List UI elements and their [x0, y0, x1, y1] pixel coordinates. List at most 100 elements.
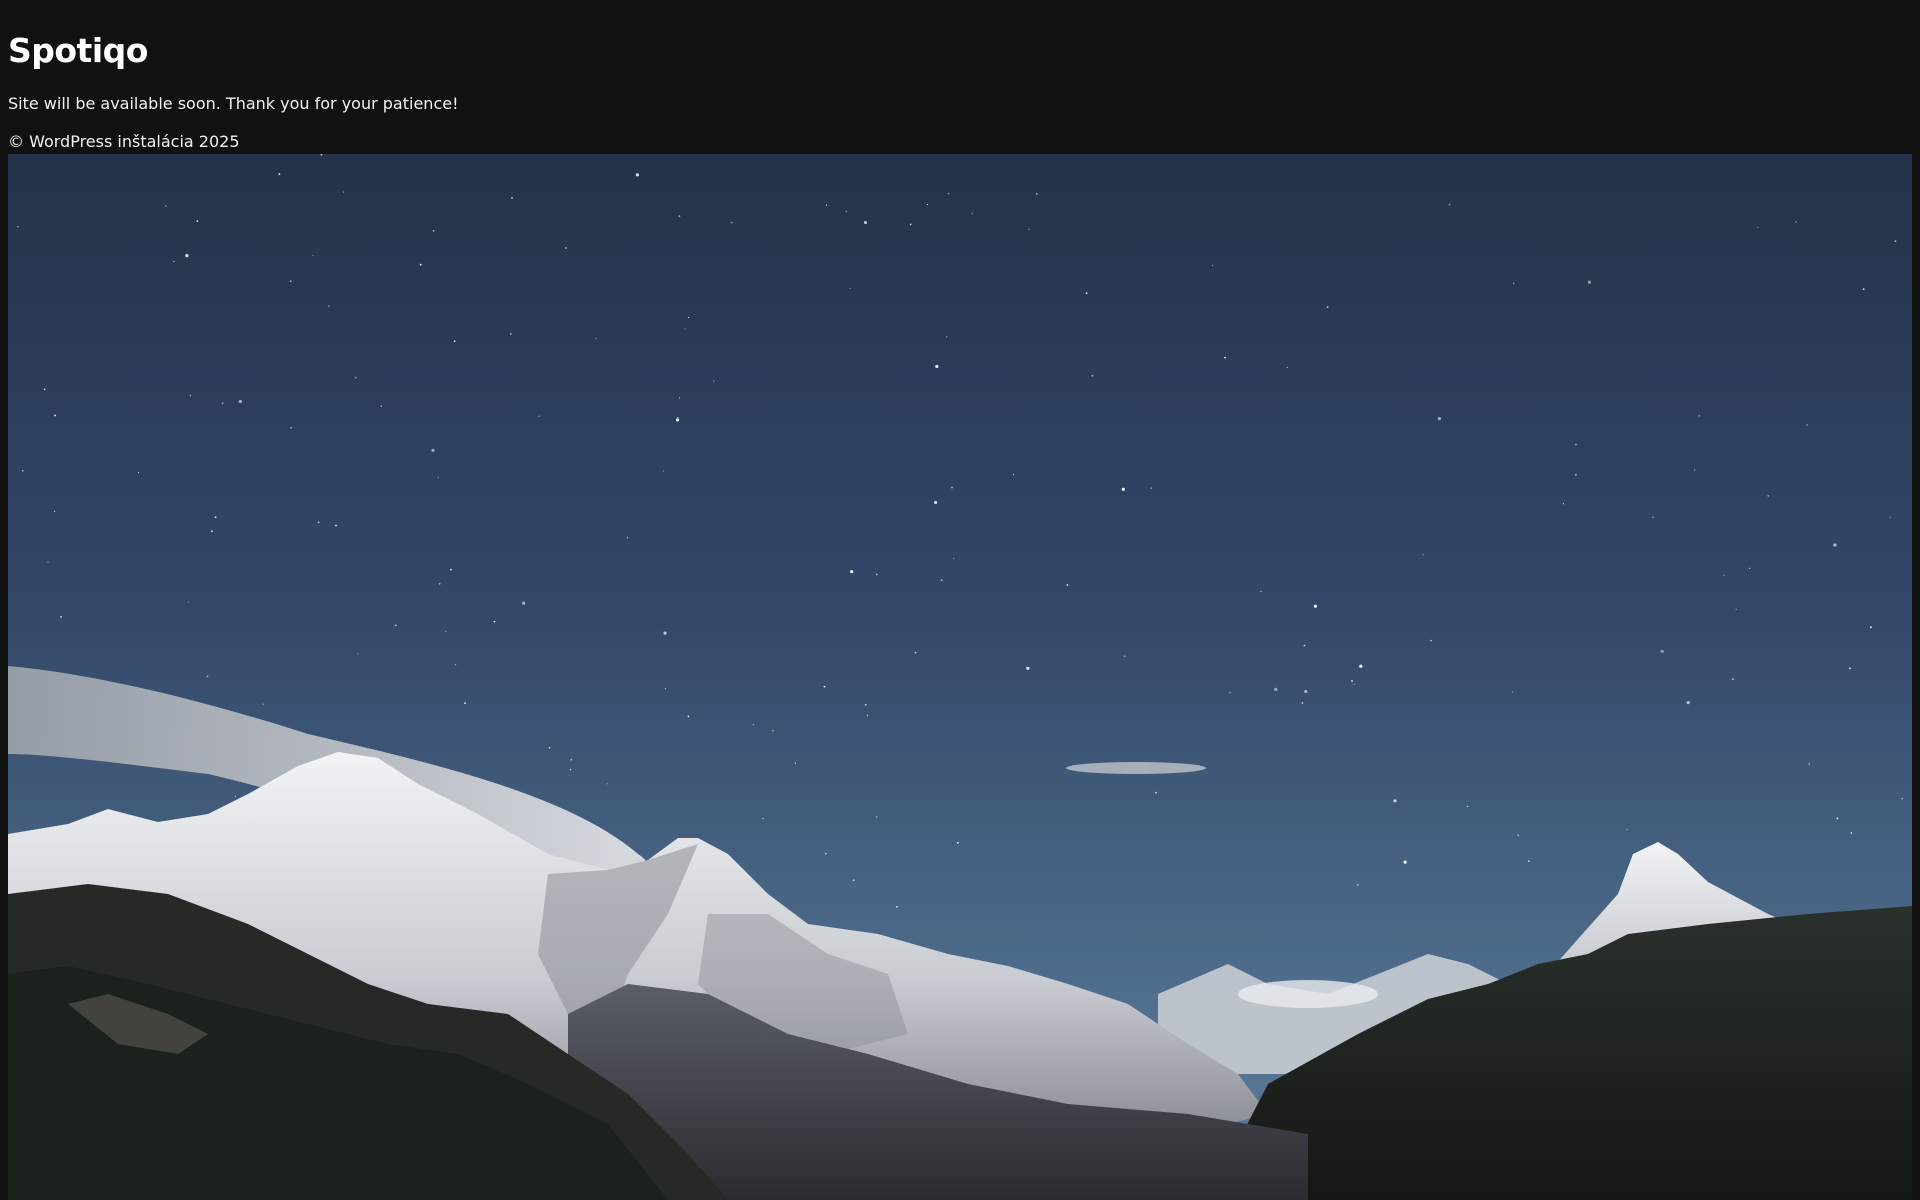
star	[1274, 687, 1278, 692]
star	[419, 263, 422, 266]
star	[1303, 644, 1306, 647]
star	[1286, 366, 1288, 368]
site-title: Spotiqo	[8, 31, 148, 70]
star	[678, 215, 681, 217]
star	[317, 521, 320, 524]
star	[509, 333, 512, 335]
star	[214, 516, 217, 519]
star	[752, 723, 754, 726]
star	[953, 558, 955, 560]
star	[678, 397, 681, 399]
star	[464, 702, 466, 704]
star	[940, 579, 943, 582]
star	[290, 426, 292, 429]
star	[956, 842, 959, 844]
star	[438, 582, 441, 585]
star	[677, 417, 679, 419]
star	[626, 537, 629, 539]
star	[826, 204, 828, 206]
star	[43, 388, 46, 391]
star	[1889, 516, 1891, 518]
star	[1850, 832, 1853, 834]
star	[1735, 608, 1737, 610]
star	[1313, 604, 1317, 608]
star	[1757, 226, 1759, 229]
star	[946, 336, 948, 338]
star	[538, 415, 540, 417]
star	[875, 816, 878, 818]
star	[511, 197, 513, 199]
star	[1575, 443, 1577, 446]
star	[713, 380, 715, 382]
star	[934, 500, 938, 505]
star	[1326, 306, 1329, 308]
star	[1575, 473, 1577, 476]
star	[1229, 691, 1231, 694]
small-cloud	[1066, 762, 1206, 774]
star	[54, 414, 56, 417]
star	[445, 630, 447, 632]
star	[1211, 264, 1214, 266]
star	[664, 688, 667, 690]
copyright-footer: © WordPress inštalácia 2025	[8, 132, 240, 151]
star	[909, 223, 912, 226]
star	[1448, 203, 1451, 206]
star	[1694, 469, 1696, 471]
star	[238, 399, 242, 404]
star	[187, 601, 189, 603]
star	[570, 758, 573, 761]
star	[864, 704, 867, 706]
star	[1527, 860, 1530, 863]
star	[845, 210, 847, 212]
star	[1091, 374, 1094, 377]
star	[1795, 221, 1797, 223]
star	[730, 221, 733, 224]
star	[328, 305, 330, 307]
star	[1626, 829, 1628, 831]
star	[1260, 590, 1262, 592]
star	[662, 470, 664, 472]
star	[1511, 691, 1514, 693]
star	[1836, 817, 1839, 820]
star	[262, 703, 264, 705]
star	[1155, 791, 1157, 794]
star	[687, 715, 690, 718]
star	[278, 173, 281, 175]
star	[823, 685, 826, 688]
star	[569, 769, 572, 771]
star	[971, 213, 973, 215]
star	[850, 570, 854, 574]
maintenance-message: Site will be available soon. Thank you f…	[8, 94, 459, 113]
star	[1652, 516, 1654, 518]
star	[431, 448, 435, 452]
star	[437, 476, 439, 478]
star	[762, 817, 764, 820]
star	[493, 620, 496, 623]
star	[1517, 834, 1520, 837]
star	[221, 402, 224, 405]
star	[164, 205, 167, 207]
star	[211, 530, 213, 533]
star	[1862, 288, 1865, 290]
star	[1767, 495, 1770, 497]
star	[60, 616, 62, 618]
star	[1422, 554, 1424, 556]
star	[852, 879, 855, 882]
star	[866, 714, 869, 717]
star	[1660, 649, 1664, 653]
star	[1467, 805, 1469, 808]
star	[21, 469, 24, 472]
star	[1085, 292, 1088, 295]
star	[312, 254, 314, 257]
star	[522, 601, 526, 605]
star	[196, 220, 199, 222]
star	[863, 220, 868, 225]
star	[1513, 282, 1515, 284]
star	[138, 471, 140, 474]
star	[794, 762, 797, 764]
star	[54, 510, 56, 512]
star	[684, 328, 686, 330]
star	[1224, 356, 1226, 359]
star	[914, 651, 917, 654]
star	[564, 247, 567, 249]
